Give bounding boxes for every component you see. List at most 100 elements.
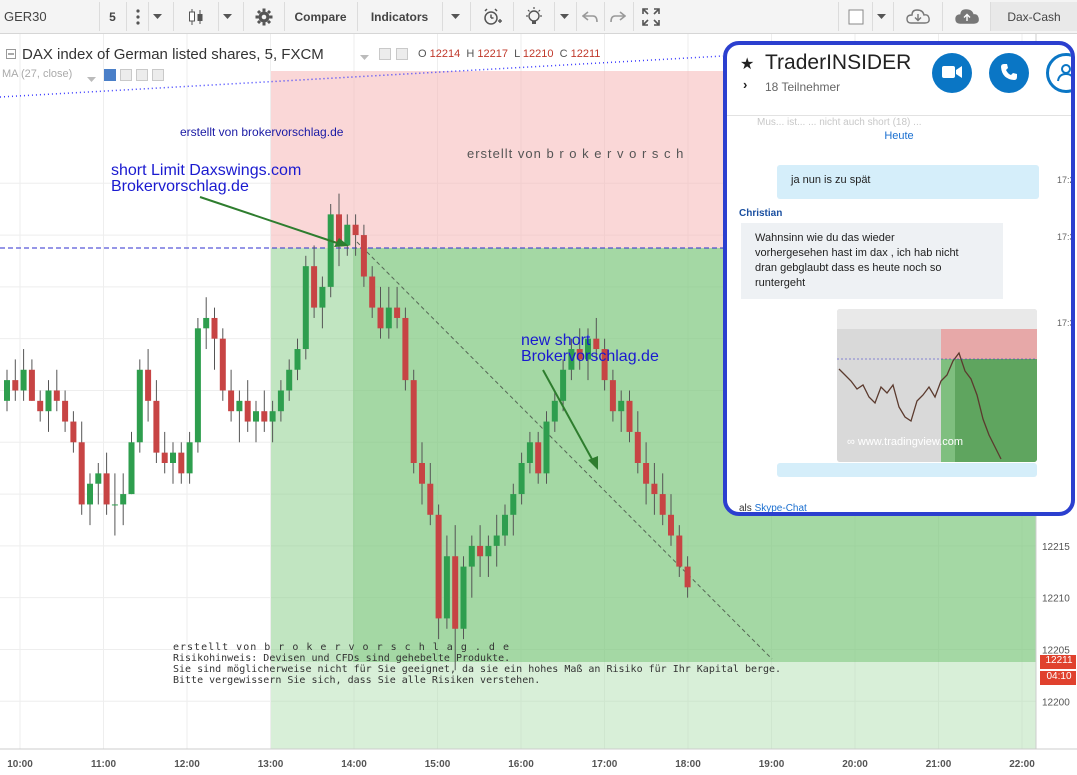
collapse-legend-icon[interactable] (6, 48, 16, 62)
candle-down (360, 235, 367, 277)
candle-up (468, 545, 475, 567)
ideas-button[interactable] (513, 2, 553, 31)
candle-down (211, 317, 218, 339)
chevron-down-icon (560, 13, 569, 20)
save-chart-button[interactable] (942, 2, 990, 31)
skype-chat-panel[interactable]: ★ TraderINSIDER › 18 Teilnehmer Mus... i… (723, 41, 1075, 516)
layout-dropdown[interactable] (872, 2, 890, 31)
my-message[interactable]: ja nun is zu spät (777, 165, 1039, 199)
footer-prefix: als (739, 503, 752, 514)
new-short-line1: new short (521, 332, 591, 349)
current-price-label: 12211 (1045, 655, 1073, 666)
candle-up (526, 442, 533, 463)
fullscreen-button[interactable] (633, 2, 667, 31)
alert-button[interactable] (470, 2, 512, 31)
load-chart-button[interactable] (893, 2, 941, 31)
new-short-note[interactable]: new short Brokervorschlag.de (521, 333, 659, 365)
ma-indicator-label[interactable]: MA (27, close) (2, 68, 72, 80)
add-participant-button[interactable] (1046, 53, 1071, 93)
candle-down (352, 224, 359, 236)
redo-button[interactable] (604, 2, 631, 31)
interval-button[interactable]: 5 (99, 2, 125, 31)
candle-down (311, 266, 318, 308)
candle-up (385, 307, 392, 329)
watermark-top[interactable]: erstellt von brokervorschlag.de (180, 125, 343, 139)
previous-message-faded: Mus... ist... ... nicht auch short (18) … (757, 117, 922, 128)
undo-button[interactable] (576, 2, 603, 31)
candle-up (502, 514, 508, 536)
candle-up (128, 442, 135, 495)
layout-name-label[interactable]: Dax-Cash (990, 2, 1077, 31)
chevron-down-icon (223, 13, 232, 20)
single-layout-icon (848, 9, 864, 25)
settings-button[interactable] (243, 2, 283, 31)
legend-settings-icon[interactable] (379, 48, 391, 60)
candle-up (518, 463, 525, 495)
layout-button[interactable] (838, 2, 872, 31)
candle-down (369, 276, 376, 308)
watermark-spaced[interactable]: erstellt von b r o k e r v o r s c h (467, 146, 684, 161)
ideas-dropdown[interactable] (554, 2, 574, 31)
candle-down (244, 400, 251, 422)
cloud-download-icon (905, 8, 931, 26)
candle-up (20, 369, 27, 391)
time-tick-label: 15:00 (425, 759, 451, 770)
chevron-down-icon (153, 13, 162, 20)
symbol-search-input[interactable]: GER30 (0, 2, 96, 31)
chevron-down-icon (877, 13, 886, 20)
compare-button[interactable]: Compare (284, 2, 356, 31)
disclaimer-line3: Sie sind möglicherweise nicht für Sie ge… (173, 664, 782, 675)
candle-down (668, 514, 674, 536)
chevron-right-icon[interactable]: › (743, 77, 747, 92)
day-separator: Heute (884, 130, 914, 142)
price-tick-label: 12200 (1042, 697, 1070, 708)
phone-icon (1000, 63, 1018, 84)
eye-icon[interactable] (104, 69, 116, 81)
candle-up (4, 380, 10, 401)
disclaimer-line2: Risikohinweis: Devisen und CFDs sind geh… (173, 653, 511, 664)
candle-down (452, 556, 459, 629)
legend-close-icon[interactable] (396, 48, 408, 60)
candle-up (294, 349, 301, 370)
candle-down (626, 400, 633, 432)
indicators-dropdown[interactable] (442, 2, 468, 31)
legend-title[interactable]: DAX index of German listed shares, 5, FX… (22, 46, 324, 63)
time-tick-label: 18:00 (675, 759, 701, 770)
interval-dropdown[interactable] (148, 2, 166, 31)
chevron-down-icon[interactable] (360, 50, 369, 64)
candle-up (203, 317, 210, 329)
interval-menu-button[interactable] (126, 2, 148, 31)
shared-chart-image[interactable]: ∞ www.tradingview.com (837, 309, 1037, 462)
message-time: 17:3 (1057, 318, 1075, 328)
message-author[interactable]: Christian (739, 208, 782, 219)
incoming-message[interactable]: Wahnsinn wie du das wieder vorhergesehen… (741, 223, 1003, 299)
indicator-close-icon[interactable] (152, 69, 164, 81)
candle-up (194, 328, 201, 443)
favorite-star-icon[interactable]: ★ (740, 54, 754, 74)
bar-countdown-label: 04:10 (1046, 671, 1072, 682)
indicator-settings-icon[interactable] (120, 69, 132, 81)
candle-down (228, 390, 235, 412)
candle-up (493, 535, 500, 546)
indicators-button[interactable]: Indicators (357, 2, 441, 31)
chart-style-dropdown[interactable] (218, 2, 236, 31)
participant-count: 18 Teilnehmer (765, 80, 841, 94)
candle-up (551, 400, 558, 422)
chevron-down-icon[interactable] (87, 72, 96, 86)
short-limit-note[interactable]: short Limit Daxswings.com Brokervorschla… (111, 163, 301, 195)
time-tick-label: 10:00 (7, 759, 33, 770)
chart-style-button[interactable] (173, 2, 217, 31)
video-call-button[interactable] (932, 53, 972, 93)
voice-call-button[interactable] (989, 53, 1029, 93)
risk-disclaimer[interactable]: erstellt von b r o k e r v o r s c h l a… (173, 642, 781, 686)
candle-down (659, 494, 666, 515)
skype-chat-link[interactable]: Skype-Chat (755, 503, 807, 512)
candle-down (535, 442, 542, 474)
new-short-line2: Brokervorschlag.de (521, 348, 659, 365)
candle-down (62, 400, 69, 422)
indicator-format-icon[interactable] (136, 69, 148, 81)
my-message-partial[interactable] (777, 463, 1037, 477)
gear-icon (255, 8, 273, 26)
candle-up (302, 266, 309, 350)
disclaimer-line4: Bitte vergewissern Sie sich, dass Sie al… (173, 675, 541, 686)
